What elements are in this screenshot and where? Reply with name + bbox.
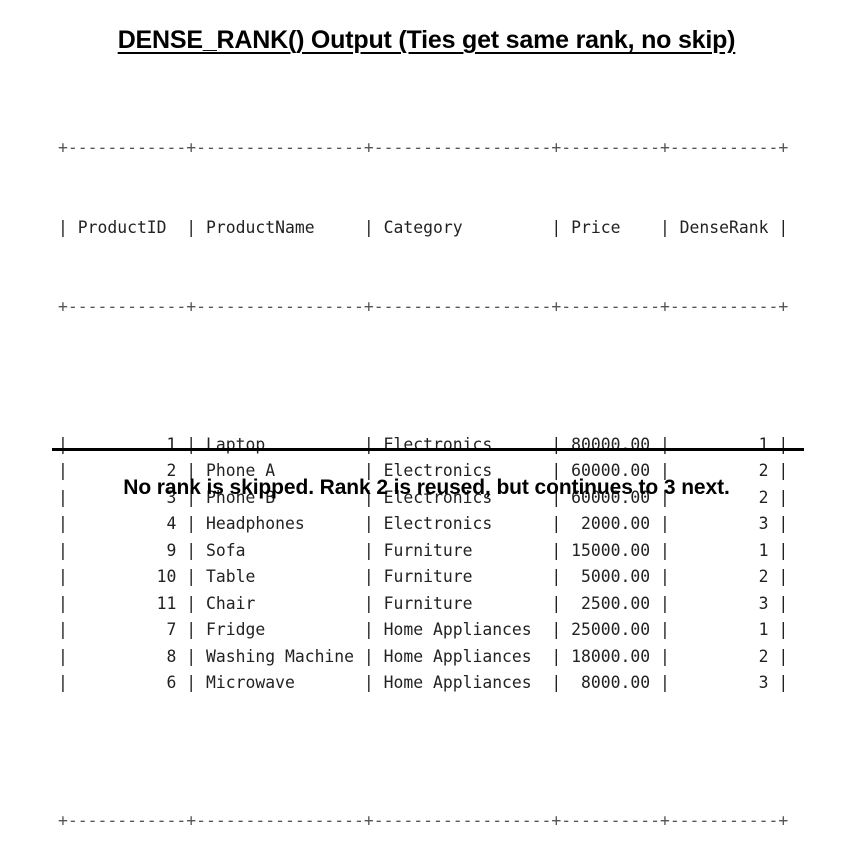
- table-header-border: +------------+-----------------+--------…: [58, 297, 789, 316]
- page-title: DENSE_RANK() Output (Ties get same rank,…: [117, 26, 736, 54]
- table-row: | 8 | Washing Machine | Home Appliances …: [58, 646, 789, 666]
- table-bottom-border: +------------+-----------------+--------…: [58, 810, 789, 830]
- divider-rule: [52, 448, 804, 451]
- table-row: | 7 | Fridge | Home Appliances | 25000.0…: [58, 620, 789, 639]
- table-top-border: +------------+-----------------+--------…: [58, 138, 789, 157]
- footnote: No rank is skipped. Rank 2 is reused, bu…: [123, 476, 730, 499]
- table-row: | 10 | Table | Furniture | 5000.00 | 2 |: [58, 567, 789, 586]
- table-row: | 9 | Sofa | Furniture | 15000.00 | 1 |: [58, 540, 789, 560]
- table-row: | 4 | Headphones | Electronics | 2000.00…: [58, 514, 789, 533]
- table-row: | 11 | Chair | Furniture | 2500.00 | 3 |: [58, 593, 789, 613]
- table-row: | 1 | Laptop | Electronics | 80000.00 | …: [58, 434, 789, 454]
- table-body: | 1 | Laptop | Electronics | 80000.00 | …: [58, 432, 788, 697]
- table-header-row: | ProductID | ProductName | Category | P…: [58, 217, 789, 237]
- table-row: | 6 | Microwave | Home Appliances | 8000…: [58, 673, 789, 692]
- result-table: +------------+-----------------+--------…: [58, 82, 788, 861]
